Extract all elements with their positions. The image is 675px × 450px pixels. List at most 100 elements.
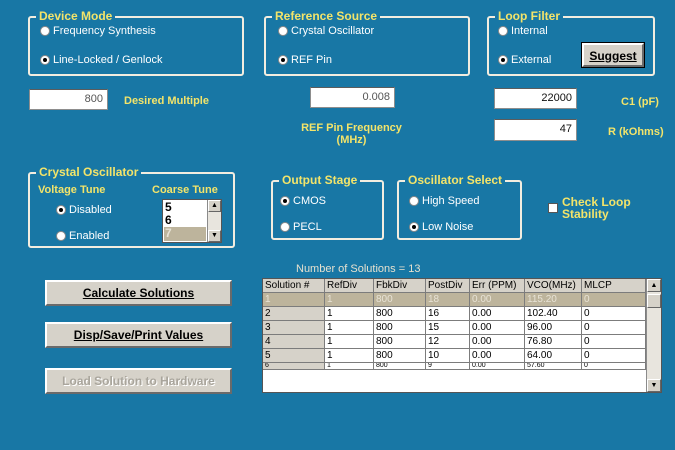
table-row-selected[interactable]: 1 1 800 18 0.00 115.20 0 (263, 292, 646, 307)
coarse-tune-scrollbar[interactable]: ▲ ▼ (207, 200, 221, 242)
disabled-label: Disabled (69, 204, 112, 216)
table-cell[interactable]: 9 (425, 362, 470, 370)
line-locked-genlock-label: Line-Locked / Genlock (53, 54, 163, 66)
table-header-row: Solution # RefDiv FbkDiv PostDiv Err (PP… (263, 279, 646, 293)
radio-dot-icon (498, 26, 508, 36)
table-cell[interactable]: 96.00 (524, 320, 582, 335)
table-cell[interactable]: 800 (373, 348, 426, 363)
column-header[interactable]: RefDiv (324, 279, 374, 293)
table-cell[interactable]: 6 (263, 362, 325, 370)
table-cell[interactable]: 0.00 (469, 306, 525, 321)
column-header[interactable]: FbkDiv (373, 279, 426, 293)
table-cell[interactable]: 1 (324, 320, 374, 335)
table-cell[interactable]: 0 (581, 348, 646, 363)
table-cell[interactable]: 0 (581, 306, 646, 321)
coarse-tune-selected-text: 7 (165, 226, 172, 240)
table-row[interactable]: 2 1 800 16 0.00 102.40 0 (263, 306, 646, 321)
high-speed-radio[interactable]: High Speed (409, 195, 480, 207)
load-solution-button[interactable]: Load Solution to Hardware (45, 368, 232, 394)
table-cell[interactable]: 0 (581, 362, 646, 370)
solutions-table-scrollbar[interactable]: ▲ ▼ (646, 279, 661, 392)
table-cell[interactable]: 0.00 (469, 320, 525, 335)
table-cell[interactable]: 76.80 (524, 334, 582, 349)
table-cell[interactable]: 1 (324, 348, 374, 363)
desired-multiple-input[interactable]: 800 (29, 89, 108, 110)
cmos-radio[interactable]: CMOS (280, 195, 326, 207)
table-cell[interactable]: 0 (581, 320, 646, 335)
column-header[interactable]: MLCP (581, 279, 646, 293)
frequency-synthesis-radio[interactable]: Frequency Synthesis (40, 25, 156, 37)
suggest-button[interactable]: Suggest (581, 42, 645, 68)
table-cell[interactable]: 115.20 (524, 292, 582, 307)
table-cell[interactable]: 16 (425, 306, 470, 321)
internal-radio[interactable]: Internal (498, 25, 548, 37)
table-row[interactable]: 5 1 800 10 0.00 64.00 0 (263, 348, 646, 363)
table-cell[interactable]: 15 (425, 320, 470, 335)
external-label: External (511, 54, 552, 66)
external-radio[interactable]: External (498, 54, 551, 66)
ref-pin-radio[interactable]: REF Pin (278, 54, 332, 66)
r-input[interactable]: 47 (494, 119, 577, 141)
solutions-table[interactable]: Solution # RefDiv FbkDiv PostDiv Err (PP… (263, 279, 646, 370)
reference-source-title: Reference Source (272, 9, 381, 23)
pecl-radio[interactable]: PECL (280, 221, 322, 233)
column-header[interactable]: PostDiv (425, 279, 470, 293)
coarse-tune-item-selected[interactable]: 7 (164, 227, 206, 241)
calculate-solutions-button[interactable]: Calculate Solutions (45, 280, 232, 306)
line-locked-genlock-radio[interactable]: Line-Locked / Genlock (40, 54, 162, 66)
table-cell[interactable]: 18 (425, 292, 470, 307)
column-header[interactable]: VCO(MHz) (524, 279, 582, 293)
desired-multiple-label: Desired Multiple (124, 95, 209, 107)
oscillator-select-title: Oscillator Select (405, 173, 506, 187)
table-cell[interactable]: 5 (263, 348, 325, 363)
table-cell[interactable]: 12 (425, 334, 470, 349)
ref-pin-frequency-input[interactable]: 0.008 (310, 87, 395, 108)
table-cell[interactable]: 800 (373, 334, 426, 349)
column-header[interactable]: Err (PPM) (469, 279, 525, 293)
voltage-tune-disabled-radio[interactable]: Disabled (56, 204, 112, 216)
table-cell[interactable]: 0.00 (469, 334, 525, 349)
output-stage-title: Output Stage (279, 173, 361, 187)
scroll-up-icon[interactable]: ▲ (208, 200, 221, 212)
table-cell[interactable]: 800 (373, 306, 426, 321)
table-cell[interactable]: 1 (263, 292, 325, 307)
scroll-thumb[interactable] (647, 294, 661, 308)
table-cell[interactable]: 10 (425, 348, 470, 363)
scroll-down-icon[interactable]: ▼ (208, 230, 221, 242)
scroll-up-icon[interactable]: ▲ (647, 279, 661, 292)
table-cell[interactable]: 4 (263, 334, 325, 349)
table-cell[interactable]: 1 (324, 362, 374, 370)
table-row-partial[interactable]: 6 1 800 9 0.00 57.60 0 (263, 362, 646, 370)
check-loop-stability-checkbox[interactable] (548, 203, 558, 213)
table-cell[interactable]: 57.60 (524, 362, 582, 370)
scroll-down-icon[interactable]: ▼ (647, 379, 661, 392)
high-speed-label: High Speed (422, 195, 480, 207)
low-noise-radio[interactable]: Low Noise (409, 221, 473, 233)
table-cell[interactable]: 0 (581, 292, 646, 307)
disp-save-print-button[interactable]: Disp/Save/Print Values (45, 322, 232, 348)
c1-input[interactable]: 22000 (494, 88, 577, 109)
coarse-tune-listbox[interactable]: 5 6 7 ▲ ▼ (162, 199, 222, 243)
table-cell[interactable]: 3 (263, 320, 325, 335)
table-cell[interactable]: 1 (324, 306, 374, 321)
table-cell[interactable]: 0.00 (469, 292, 525, 307)
table-row[interactable]: 4 1 800 12 0.00 76.80 0 (263, 334, 646, 349)
table-cell[interactable]: 0 (581, 334, 646, 349)
voltage-tune-enabled-radio[interactable]: Enabled (56, 230, 109, 242)
table-cell[interactable]: 64.00 (524, 348, 582, 363)
table-cell[interactable]: 1 (324, 292, 374, 307)
table-cell[interactable]: 800 (373, 362, 426, 370)
table-cell[interactable]: 0.00 (469, 348, 525, 363)
table-cell[interactable]: 0.00 (469, 362, 525, 370)
table-cell[interactable]: 800 (373, 320, 426, 335)
table-cell[interactable]: 800 (373, 292, 426, 307)
check-loop-stability-line2: Stability (562, 207, 609, 221)
crystal-oscillator-radio[interactable]: Crystal Oscillator (278, 25, 374, 37)
table-cell[interactable]: 1 (324, 334, 374, 349)
column-header[interactable]: Solution # (263, 279, 325, 293)
table-cell[interactable]: 2 (263, 306, 325, 321)
table-cell[interactable]: 102.40 (524, 306, 582, 321)
radio-dot-icon (56, 231, 66, 241)
cmos-label: CMOS (293, 195, 326, 207)
table-row[interactable]: 3 1 800 15 0.00 96.00 0 (263, 320, 646, 335)
